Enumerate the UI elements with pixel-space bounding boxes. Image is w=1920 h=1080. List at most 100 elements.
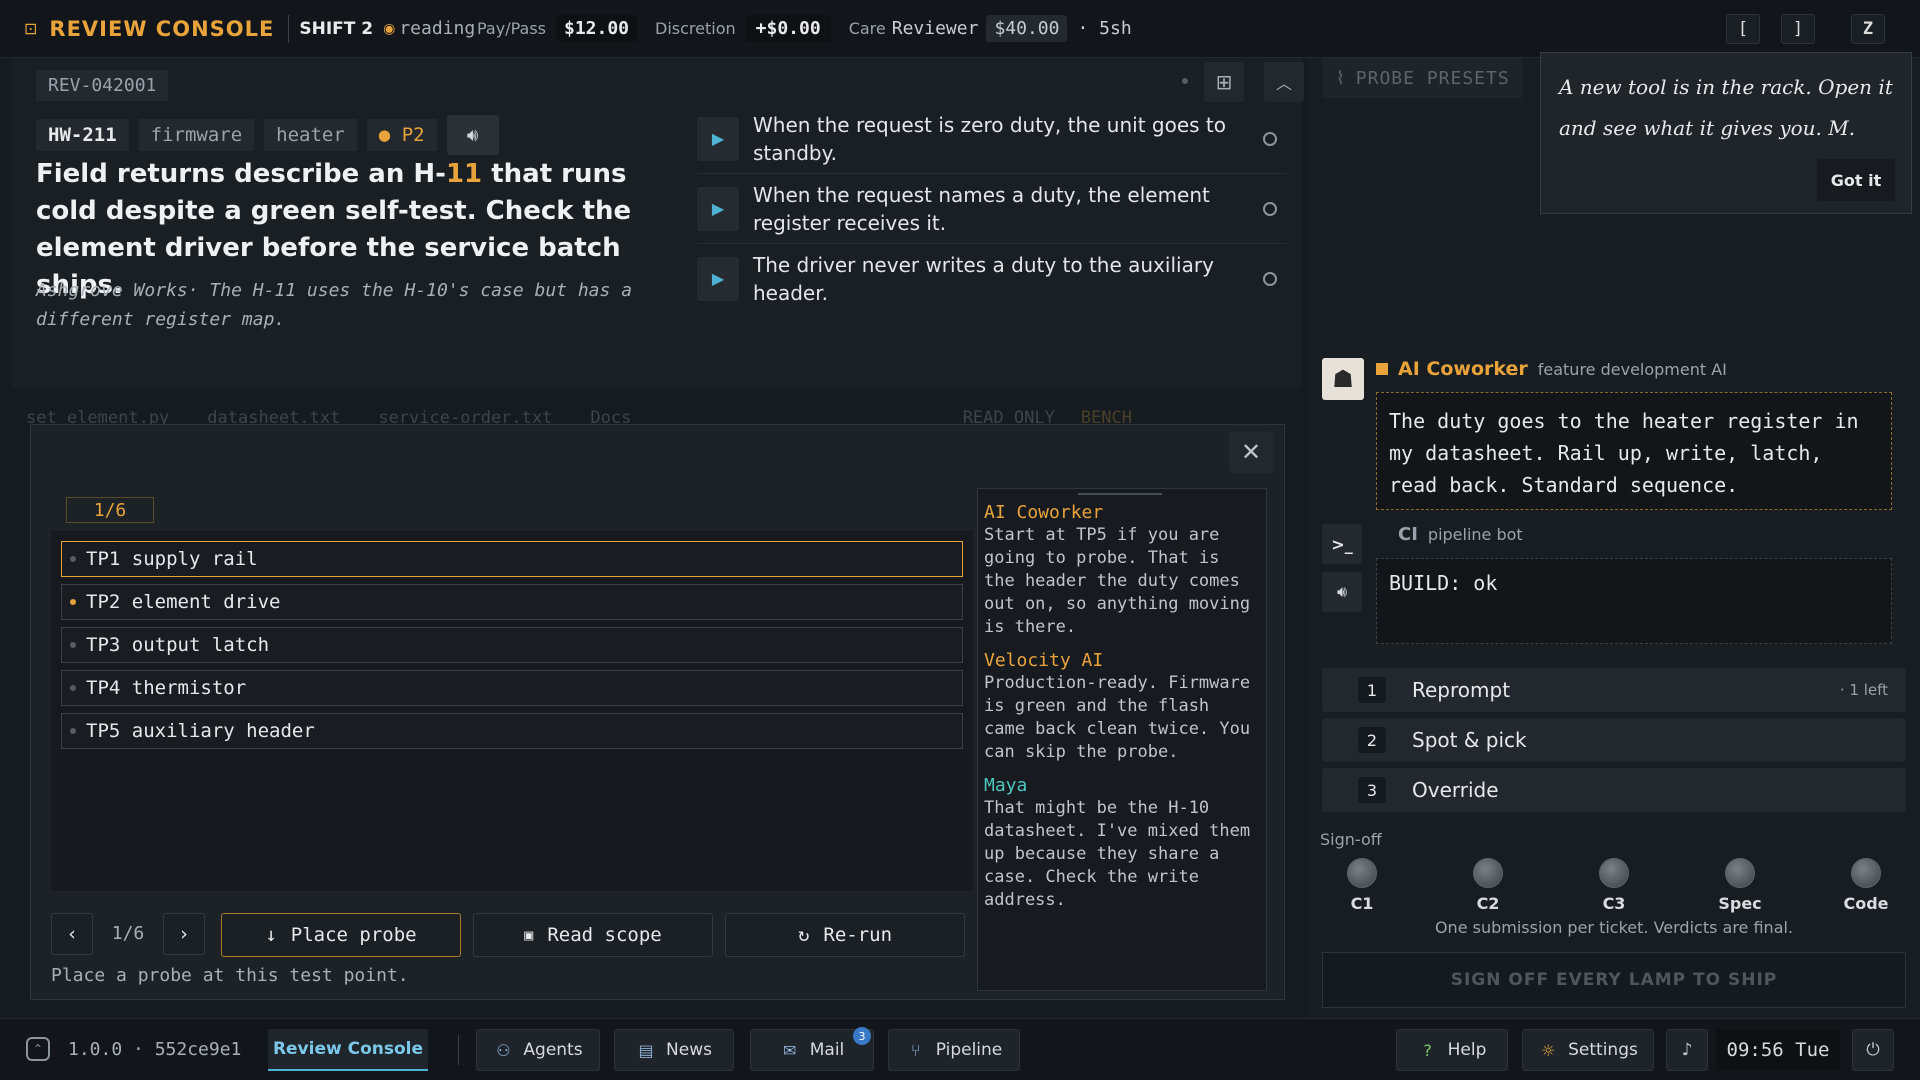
test-point-tp1[interactable]: TP1 supply rail [61,541,963,577]
paypass-value: $12.00 [556,15,638,42]
read-scope-button[interactable]: ▣ Read scope [473,913,713,957]
tab-mail[interactable]: ✉ Mail 3 [750,1027,874,1071]
zoom-key[interactable]: Z [1851,14,1885,44]
play-icon[interactable]: ▶ [697,256,739,301]
tab-label: Pipeline [935,1040,1003,1060]
lamp-code[interactable]: Code [1834,858,1898,913]
probe-presets-header[interactable]: ⌇ PROBE PRESETS [1322,58,1522,98]
music-button[interactable]: ♪ [1666,1029,1708,1071]
criterion-status-icon [1263,271,1277,286]
mail-icon: ✉ [783,1040,797,1060]
mail-badge: 3 [853,1027,871,1045]
option-number: 2 [1358,727,1386,753]
action-options: 1 Reprompt · 1 left 2 Spot & pick 3 Over… [1322,668,1906,818]
lamp-spec[interactable]: Spec [1708,858,1772,913]
signoff-lamps: C1 C2 C3 Spec Code [1322,858,1906,913]
criterion-status-icon [1263,131,1277,146]
app-title: REVIEW CONSOLE [49,16,275,41]
criterion-row[interactable]: ▶ When the request is zero duty, the uni… [697,104,1287,174]
version-label: 1.0.0 · 552ce9e1 [68,1039,242,1060]
scope-icon: ▣ [524,926,534,944]
criterion-text: When the request names a duty, the eleme… [753,182,1210,235]
lamp-c1[interactable]: C1 [1330,858,1394,913]
speaker-icon: 🔊︎ [1336,582,1348,601]
criterion-row[interactable]: ▶ The driver never writes a duty to the … [697,244,1287,313]
logo-icon: ⌃ [26,1037,50,1061]
got-it-button[interactable]: Got it [1817,159,1895,201]
tab-agents[interactable]: ⚇ Agents [476,1029,600,1071]
grid-icon: ⊞ [1215,70,1233,94]
power-icon: ⏻ [1866,1040,1880,1060]
note-text: Production-ready. Firmware is green and … [984,673,1251,762]
layout-grid-button[interactable]: ⊞ [1204,62,1244,102]
close-icon: ✕ [1240,438,1262,466]
settings-button[interactable]: ☼ Settings [1522,1029,1654,1071]
play-icon[interactable]: ▶ [697,116,739,161]
criterion-text: When the request is zero duty, the unit … [753,112,1227,165]
test-point-list: TP1 supply rail TP2 element drive TP3 ou… [51,531,973,891]
lamp-label: Code [1843,894,1889,913]
option-reprompt[interactable]: 1 Reprompt · 1 left [1322,668,1906,712]
settings-label: Settings [1568,1040,1638,1060]
lamp-c2[interactable]: C2 [1456,858,1520,913]
ticket-id: REV-042001 [36,70,169,101]
option-number: 3 [1358,777,1386,803]
test-point-tp2[interactable]: TP2 element drive [61,584,963,620]
paypass-label: Pay/Pass [477,19,546,38]
test-point-tp4[interactable]: TP4 thermistor [61,670,963,706]
test-point-tp3[interactable]: TP3 output latch [61,627,963,663]
agents-icon: ⚇ [496,1040,511,1060]
prev-button[interactable]: ‹ [51,913,93,955]
help-button[interactable]: ? Help [1396,1029,1508,1071]
chevron-up-icon: ︿ [1275,74,1292,93]
probe-down-icon: ↓ [265,924,277,946]
lamp-label: C2 [1476,894,1500,913]
lamp-c3[interactable]: C3 [1582,858,1646,913]
tab-pipeline[interactable]: ⑂ Pipeline [888,1029,1020,1071]
bracket-left-key[interactable]: [ [1726,14,1760,44]
note-ai-coworker: AI Coworker Start at TP5 if you are goin… [984,501,1260,639]
ship-button[interactable]: SIGN OFF EVERY LAMP TO SHIP [1322,952,1906,1008]
ci-header: CI pipeline bot [1398,524,1523,545]
care-time: · 5sh [1077,18,1132,39]
option-meta: · 1 left [1839,681,1888,699]
shift-status: reading [399,18,476,39]
probe-modal: ✕ 1/6 TP1 supply rail TP2 element drive … [30,424,1285,1000]
onboarding-toast: A new tool is in the rack. Open it and s… [1540,52,1912,214]
acceptance-criteria: ▶ When the request is zero duty, the uni… [697,104,1287,313]
coworker-name: AI Coworker [1398,358,1528,380]
tab-review-console[interactable]: Review Console [268,1029,428,1071]
note-author: Maya [984,775,1028,796]
next-button[interactable]: › [163,913,205,955]
play-icon[interactable]: ▶ [697,186,739,231]
tab-news[interactable]: ▤ News [614,1029,734,1071]
note-text: That might be the H-10 datasheet. I've m… [984,798,1251,910]
priority-dot-icon: ● [378,124,402,146]
option-override[interactable]: 3 Override [1322,768,1906,812]
probe-presets-label: PROBE PRESETS [1355,67,1510,89]
test-point-tp5[interactable]: TP5 auxiliary header [61,713,963,749]
ci-message: BUILD: ok [1376,558,1892,644]
note-velocity-ai: Velocity AI Production-ready. Firmware i… [984,649,1260,764]
collapse-button[interactable]: ︿ [1264,62,1304,102]
rerun-button[interactable]: ↻ Re-run [725,913,965,957]
speaker-button[interactable]: 🔊︎ [446,115,499,155]
tab-label: Review Console [272,1039,424,1059]
note-text: Start at TP5 if you are going to probe. … [984,525,1251,637]
top-bar: ⊡ REVIEW CONSOLE SHIFT 2 ◉ reading Pay/P… [0,0,1920,58]
care-value: $40.00 [986,15,1068,42]
power-button[interactable]: ⏻ [1852,1029,1894,1071]
option-spot-pick[interactable]: 2 Spot & pick [1322,718,1906,762]
criterion-text: The driver never writes a duty to the au… [753,252,1214,305]
terminal-button[interactable]: >_ [1322,524,1362,564]
criterion-row[interactable]: ▶ When the request names a duty, the ele… [697,174,1287,244]
lamp-label: Spec [1718,894,1762,913]
bracket-right-key[interactable]: ] [1781,14,1815,44]
probe-hint: Place a probe at this test point. [51,965,409,986]
ci-speaker-button[interactable]: 🔊︎ [1322,572,1362,612]
rerun-label: Re-run [823,924,893,946]
tag-firmware: firmware [138,119,255,151]
close-button[interactable]: ✕ [1229,431,1273,473]
note-maya: Maya That might be the H-10 datasheet. I… [984,774,1260,912]
place-probe-button[interactable]: ↓ Place probe [221,913,461,957]
